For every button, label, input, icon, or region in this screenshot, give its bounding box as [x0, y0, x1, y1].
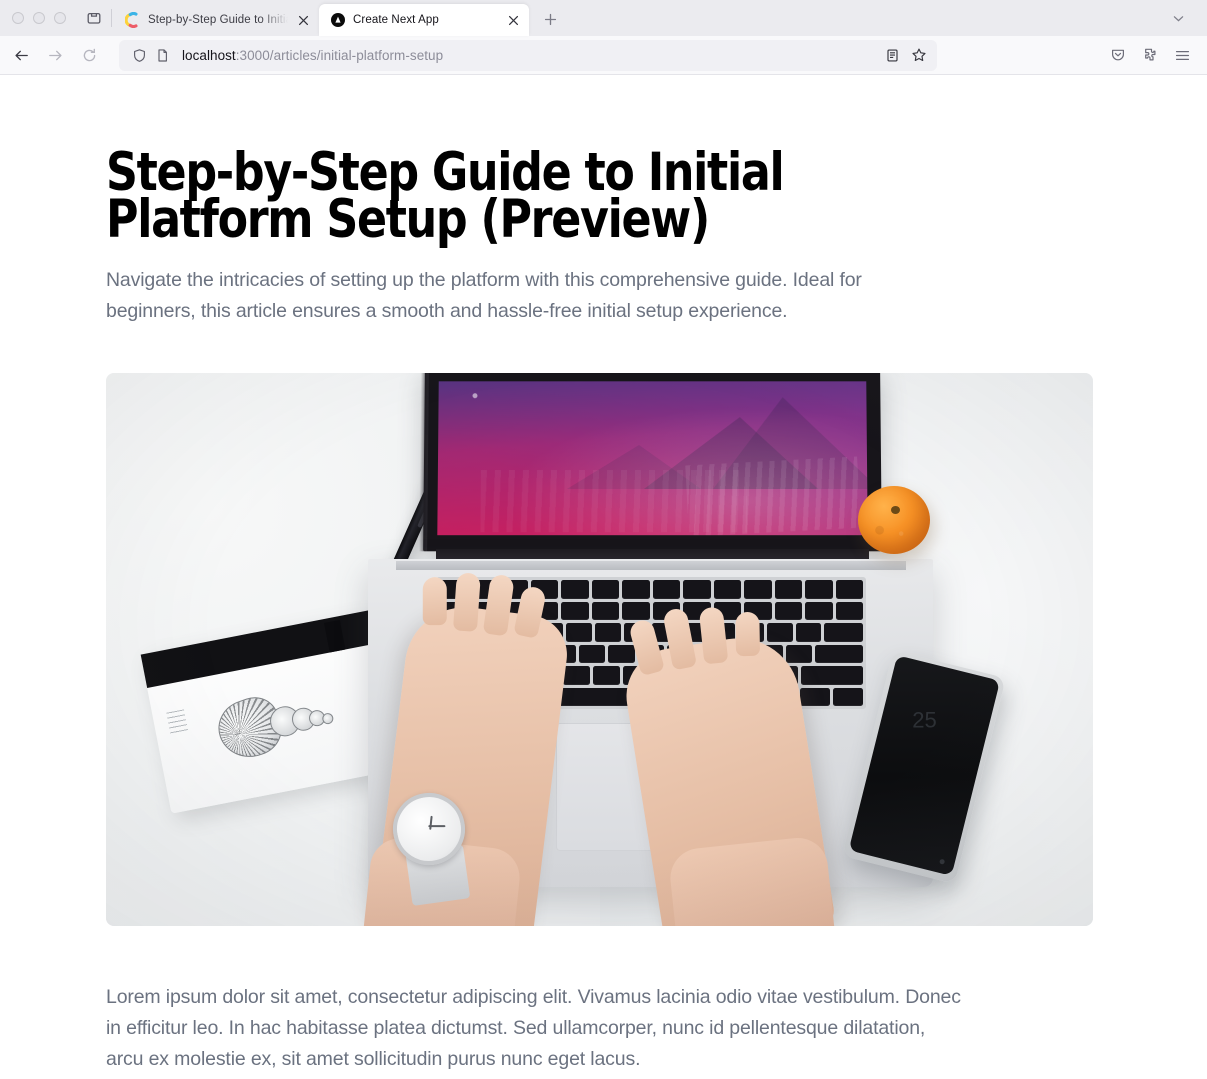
tab-strip-divider — [111, 9, 112, 27]
bookmark-star-icon[interactable] — [906, 42, 932, 68]
window-close-button[interactable] — [12, 12, 24, 24]
url-path: :3000/articles/initial-platform-setup — [235, 47, 444, 63]
laptop-lip — [396, 561, 906, 570]
back-arrow-icon[interactable] — [4, 39, 38, 71]
tab-create-next-app[interactable]: Create Next App — [319, 4, 529, 36]
extensions-puzzle-icon[interactable] — [1135, 40, 1165, 70]
tab-list-icon[interactable] — [79, 0, 109, 36]
tab-strip: Step-by-Step Guide to Initial Pla Create… — [0, 0, 1207, 36]
laptop-display — [437, 381, 868, 536]
seashell-illustration — [210, 669, 342, 770]
toolbar-right-controls — [1103, 40, 1197, 70]
tab-title: Step-by-Step Guide to Initial Pla — [148, 14, 288, 26]
chevron-down-icon[interactable] — [1163, 3, 1193, 33]
reader-view-icon[interactable] — [879, 42, 905, 68]
smartphone-camera — [939, 858, 946, 865]
window-minimize-button[interactable] — [33, 12, 45, 24]
forward-arrow-icon[interactable] — [38, 39, 72, 71]
page-viewport: Step-by-Step Guide to Initial Platform S… — [0, 75, 1207, 1079]
orange-texture — [858, 486, 930, 554]
address-bar-actions — [879, 42, 932, 68]
tab-close-button[interactable] — [295, 12, 312, 29]
smartphone-ghost-text: 25 — [911, 707, 937, 733]
shield-icon[interactable] — [129, 45, 149, 65]
nextjs-icon — [330, 12, 346, 28]
article: Step-by-Step Guide to Initial Platform S… — [0, 75, 1207, 1075]
tab-strip-right-controls — [1163, 0, 1207, 36]
address-bar[interactable]: localhost:3000/articles/initial-platform… — [119, 39, 937, 71]
orange-fruit — [858, 486, 930, 554]
laptop-screen-bezel — [423, 373, 882, 552]
tab-step-by-step-guide[interactable]: Step-by-Step Guide to Initial Pla — [114, 4, 319, 36]
new-tab-button[interactable] — [535, 4, 565, 34]
window-maximize-button[interactable] — [54, 12, 66, 24]
tab-close-button[interactable] — [505, 12, 522, 29]
pocket-icon[interactable] — [1103, 40, 1133, 70]
page-document-icon[interactable] — [152, 45, 172, 65]
contentful-icon — [124, 11, 141, 29]
url-host: localhost — [182, 47, 236, 63]
card-text-marks — [166, 709, 189, 737]
url-text[interactable]: localhost:3000/articles/initial-platform… — [175, 48, 876, 63]
wristwatch — [386, 786, 472, 906]
display-glow — [437, 381, 868, 536]
window-controls[interactable] — [0, 0, 79, 36]
right-forearm — [667, 835, 835, 926]
reload-icon[interactable] — [72, 39, 106, 71]
article-body: Lorem ipsum dolor sit amet, consectetur … — [106, 986, 961, 1070]
article-subtitle: Navigate the intricacies of setting up t… — [106, 269, 862, 322]
page-title: Step-by-Step Guide to Initial Platform S… — [106, 142, 785, 250]
hero-scene: 25 — [106, 373, 1093, 926]
tab-title: Create Next App — [353, 14, 439, 26]
browser-window: Step-by-Step Guide to Initial Pla Create… — [0, 0, 1207, 1079]
shell-spire — [267, 697, 338, 743]
navigation-toolbar: localhost:3000/articles/initial-platform… — [0, 36, 1207, 75]
hero-image: 25 — [106, 373, 1093, 926]
hamburger-menu-icon[interactable] — [1167, 40, 1197, 70]
